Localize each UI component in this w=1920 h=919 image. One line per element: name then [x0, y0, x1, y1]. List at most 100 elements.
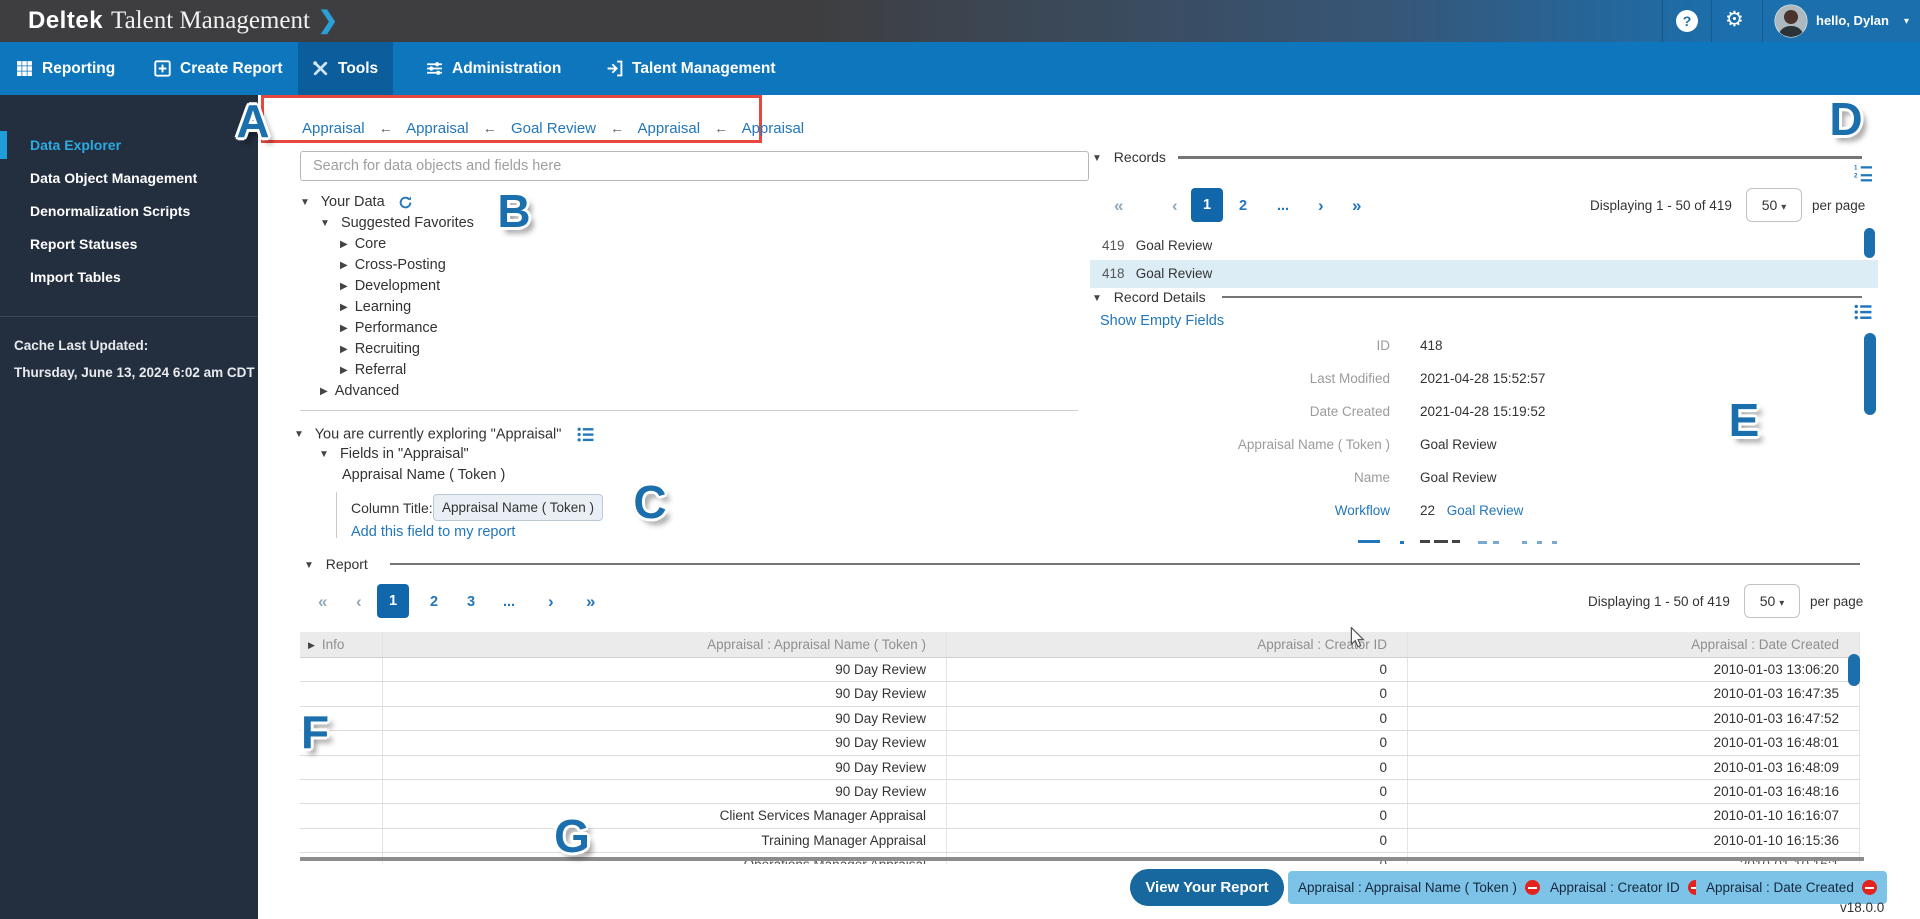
caret-right-icon[interactable]: ▶ [340, 344, 348, 355]
nav-tab-tools[interactable]: Tools [298, 42, 393, 95]
view-your-report-button[interactable]: View Your Report [1130, 869, 1284, 906]
records-next-page-button[interactable]: › [1318, 196, 1324, 216]
table-row[interactable]: 90 Day Review02010-01-03 16:47:52 [300, 707, 1860, 731]
records-header[interactable]: ▼ Records [1092, 149, 1166, 165]
show-empty-fields-link[interactable]: Show Empty Fields [1100, 313, 1224, 329]
breadcrumb-link[interactable]: Appraisal [638, 120, 701, 137]
avatar[interactable] [1774, 4, 1808, 38]
caret-right-icon[interactable]: ▶ [308, 640, 315, 650]
record-details-scrollbar[interactable] [1864, 333, 1876, 415]
field-name[interactable]: Appraisal Name ( Token ) [342, 467, 505, 483]
caret-right-icon[interactable]: ▶ [340, 239, 348, 250]
tree-node-learning[interactable]: ▶Learning [300, 297, 474, 318]
tree-node-core[interactable]: ▶Core [300, 234, 474, 255]
sidebar-item-import-tables[interactable]: Import Tables [30, 263, 245, 291]
list-icon[interactable] [577, 426, 594, 443]
report-last-page-button[interactable]: » [586, 592, 595, 612]
refresh-icon[interactable] [398, 195, 413, 210]
caret-down-icon[interactable]: ▼ [320, 218, 330, 229]
help-icon[interactable]: ? [1676, 10, 1698, 32]
gear-icon[interactable]: ⚙ [1725, 9, 1744, 31]
report-field-chip[interactable]: Appraisal : Creator ID [1540, 871, 1713, 904]
nav-tab-administration[interactable]: Administration [412, 42, 575, 95]
nav-tab-create-report[interactable]: Create Report [140, 42, 297, 95]
search-input[interactable] [300, 151, 1089, 181]
fields-in-header[interactable]: ▼ Fields in "Appraisal" [319, 446, 469, 462]
list-icon[interactable] [1854, 303, 1872, 321]
caret-right-icon[interactable]: ▶ [340, 302, 348, 313]
user-menu-caret-icon[interactable]: ▾ [1904, 16, 1909, 27]
tree-node-development[interactable]: ▶Development [300, 276, 474, 297]
exploring-header[interactable]: ▼ You are currently exploring "Appraisal… [294, 426, 594, 443]
report-prev-page-button[interactable]: ‹ [356, 592, 362, 612]
table-row[interactable]: 90 Day Review02010-01-03 16:48:16 [300, 780, 1860, 804]
caret-down-icon[interactable]: ▼ [319, 449, 329, 460]
table-row[interactable]: 90 Day Review02010-01-03 13:06:20 [300, 658, 1860, 682]
caret-right-icon[interactable]: ▶ [320, 386, 328, 397]
report-page-2-button[interactable]: 2 [430, 594, 438, 610]
records-page-1-button[interactable]: 1 [1191, 188, 1223, 222]
breadcrumb-link[interactable]: Goal Review [511, 120, 596, 137]
sidebar-item-data-object-management[interactable]: Data Object Management [30, 164, 245, 192]
caret-right-icon[interactable]: ▶ [340, 260, 348, 271]
report-page-3-button[interactable]: 3 [467, 594, 475, 610]
breadcrumb-link[interactable]: Appraisal [302, 120, 365, 137]
tree-node-your-data[interactable]: ▼ Your Data [300, 192, 474, 213]
sidebar-item-data-explorer[interactable]: Data Explorer [30, 131, 245, 159]
table-row[interactable]: Training Manager Appraisal02010-01-10 16… [300, 829, 1860, 853]
nav-tab-talent-management[interactable]: Talent Management [592, 42, 790, 95]
report-page-1-button[interactable]: 1 [377, 584, 409, 618]
caret-right-icon[interactable]: ▶ [340, 281, 348, 292]
tree-node-referral[interactable]: ▶Referral [300, 360, 474, 381]
caret-down-icon[interactable]: ▼ [294, 429, 304, 440]
info-column-header[interactable]: ▶Info [300, 632, 383, 657]
report-first-page-button[interactable]: « [318, 592, 327, 612]
record-list-item-selected[interactable]: 418 Goal Review [1090, 260, 1878, 288]
table-row[interactable]: Client Services Manager Appraisal02010-0… [300, 804, 1860, 828]
table-row[interactable]: 90 Day Review02010-01-03 16:48:09 [300, 756, 1860, 780]
workflow-link[interactable]: Goal Review [1447, 503, 1524, 518]
column-title-input[interactable]: Appraisal Name ( Token ) [433, 494, 603, 521]
caret-down-icon[interactable]: ▼ [304, 560, 314, 571]
remove-field-icon[interactable] [1525, 880, 1540, 895]
report-table-scrollbar[interactable] [1848, 654, 1860, 686]
nav-tab-reporting[interactable]: Reporting [2, 42, 129, 95]
breadcrumb-link[interactable]: Appraisal [742, 120, 805, 137]
column-header-date-created[interactable]: Appraisal : Date Created [1408, 632, 1860, 657]
records-per-page-select[interactable]: 50▾ [1746, 188, 1802, 222]
user-greeting[interactable]: hello, Dylan [1816, 13, 1889, 28]
caret-right-icon[interactable]: ▶ [340, 323, 348, 334]
records-prev-page-button[interactable]: ‹ [1172, 196, 1178, 216]
table-row[interactable]: 90 Day Review02010-01-03 16:47:35 [300, 682, 1860, 706]
sidebar-item-denormalization-scripts[interactable]: Denormalization Scripts [30, 197, 245, 225]
breadcrumb-link[interactable]: Appraisal [406, 120, 469, 137]
report-displaying-text: Displaying 1 - 50 of 419 [1588, 594, 1730, 609]
report-field-chip[interactable]: Appraisal : Appraisal Name ( Token ) [1288, 871, 1550, 904]
column-header-appraisal-name[interactable]: Appraisal : Appraisal Name ( Token ) [383, 632, 947, 657]
record-details-header[interactable]: ▼ Record Details [1092, 289, 1206, 305]
report-header[interactable]: ▼ Report [304, 556, 368, 572]
sidebar-item-report-statuses[interactable]: Report Statuses [30, 230, 245, 258]
add-field-link[interactable]: Add this field to my report [351, 524, 515, 540]
records-last-page-button[interactable]: » [1352, 196, 1361, 216]
tree-node-cross-posting[interactable]: ▶Cross-Posting [300, 255, 474, 276]
detail-label-workflow-link[interactable]: Workflow [1090, 503, 1390, 518]
record-list-item[interactable]: 419 Goal Review [1090, 232, 1878, 260]
tree-node-performance[interactable]: ▶Performance [300, 318, 474, 339]
report-next-page-button[interactable]: › [548, 592, 554, 612]
records-page-2-button[interactable]: 2 [1239, 198, 1247, 214]
caret-right-icon[interactable]: ▶ [340, 365, 348, 376]
caret-down-icon[interactable]: ▼ [1092, 153, 1102, 164]
remove-field-icon[interactable] [1862, 880, 1877, 895]
tree-node-suggested-favorites[interactable]: ▼ Suggested Favorites [300, 213, 474, 234]
tree-node-recruiting[interactable]: ▶Recruiting [300, 339, 474, 360]
records-first-page-button[interactable]: « [1114, 196, 1123, 216]
caret-down-icon[interactable]: ▼ [300, 197, 310, 208]
tree-node-advanced[interactable]: ▶Advanced [300, 381, 474, 402]
records-scrollbar[interactable] [1864, 228, 1875, 258]
report-per-page-select[interactable]: 50▾ [1744, 584, 1800, 618]
caret-down-icon[interactable]: ▼ [1092, 293, 1102, 304]
table-row[interactable]: 90 Day Review02010-01-03 16:48:01 [300, 731, 1860, 755]
ordered-list-icon[interactable]: 1 2 [1854, 164, 1872, 182]
column-header-creator-id[interactable]: Appraisal : Creator ID [947, 632, 1408, 657]
